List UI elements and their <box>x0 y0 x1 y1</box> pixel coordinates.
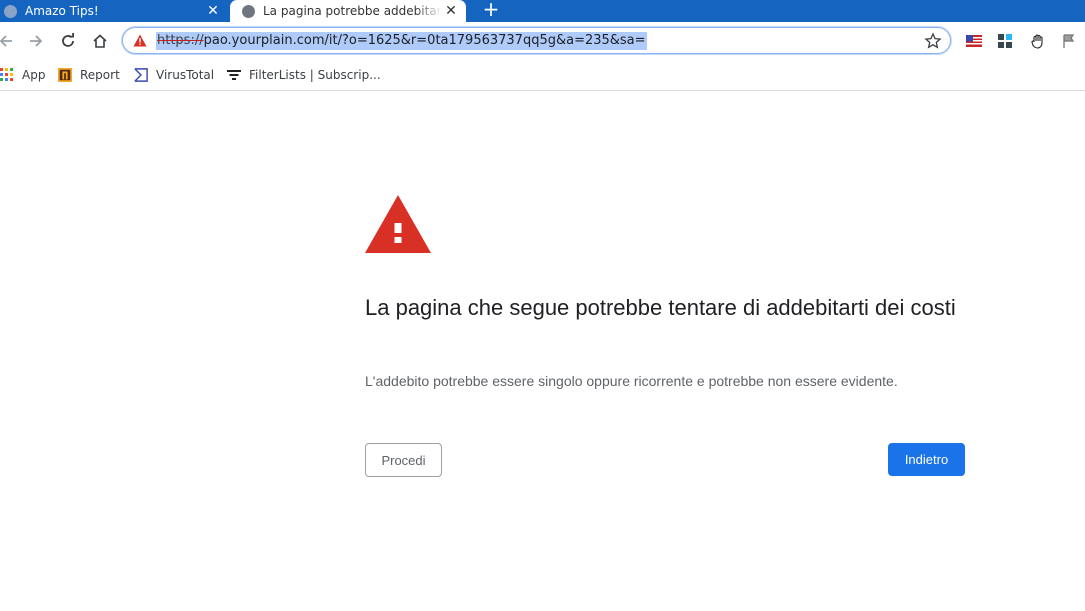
arrow-left-icon <box>0 35 12 47</box>
bookmark-label: App <box>22 68 46 82</box>
bookmark-label: VirusTotal <box>156 68 215 82</box>
grid-extension-icon[interactable] <box>996 32 1014 50</box>
back-button[interactable] <box>0 29 18 53</box>
bookmark-report[interactable]: Report <box>58 66 120 84</box>
close-tab-icon[interactable]: ✕ <box>442 3 460 19</box>
bookmark-app[interactable]: App <box>0 66 45 84</box>
home-button[interactable] <box>88 29 112 53</box>
flag-outline-icon[interactable] <box>1060 32 1078 50</box>
report-icon <box>58 68 72 82</box>
arrow-right-icon <box>30 35 43 47</box>
interstitial-page: La pagina che segue potrebbe tentare di … <box>0 91 1085 611</box>
url-text[interactable]: https://pao.yourplain.com/it/?o=1625&r=0… <box>156 32 647 50</box>
bookmark-label: Report <box>80 68 120 82</box>
warning-triangle-icon <box>365 195 431 253</box>
forward-button[interactable] <box>24 29 48 53</box>
bookmark-label: FilterLists | Subscrip... <box>249 68 381 82</box>
reload-icon <box>62 33 74 47</box>
bookmark-star-icon[interactable] <box>924 32 942 50</box>
bookmarks-bar: App Report VirusTotal FilterLists | Subs… <box>0 60 1085 91</box>
warning-icon[interactable] <box>133 34 147 47</box>
globe-icon <box>242 4 255 18</box>
tab-title: Amazo Tips! <box>25 4 99 18</box>
flag-extension-icon[interactable] <box>965 32 983 50</box>
bookmark-filterlists[interactable]: FilterLists | Subscrip... <box>227 66 381 84</box>
hand-extension-icon[interactable] <box>1029 32 1047 50</box>
globe-icon <box>4 4 17 18</box>
url-scheme: https:// <box>157 33 204 48</box>
tab-title: La pagina potrebbe addebitare c <box>263 4 442 18</box>
reload-button[interactable] <box>56 29 80 53</box>
back-button-primary[interactable]: Indietro <box>888 443 965 476</box>
tab-strip: Amazo Tips! ✕ La pagina potrebbe addebit… <box>0 0 1085 22</box>
address-bar[interactable]: https://pao.yourplain.com/it/?o=1625&r=0… <box>122 27 951 54</box>
url-host-path: pao.yourplain.com/it/?o=1625&r=0ta179563… <box>203 33 646 48</box>
proceed-button[interactable]: Procedi <box>365 443 442 477</box>
tab-amazo-tips[interactable]: Amazo Tips! ✕ <box>0 0 228 22</box>
browser-toolbar: https://pao.yourplain.com/it/?o=1625&r=0… <box>0 22 1085 60</box>
new-tab-button[interactable]: + <box>481 0 501 20</box>
page-description: L'addebito potrebbe essere singolo oppur… <box>365 373 898 389</box>
apps-grid-icon <box>0 68 14 82</box>
tab-warning-page[interactable]: La pagina potrebbe addebitare c ✕ <box>230 0 466 22</box>
home-icon <box>93 34 107 48</box>
bookmark-virustotal[interactable]: VirusTotal <box>134 66 214 84</box>
virustotal-icon <box>134 68 148 82</box>
filter-icon <box>227 68 241 82</box>
page-title: La pagina che segue potrebbe tentare di … <box>365 295 956 320</box>
close-tab-icon[interactable]: ✕ <box>204 3 222 19</box>
